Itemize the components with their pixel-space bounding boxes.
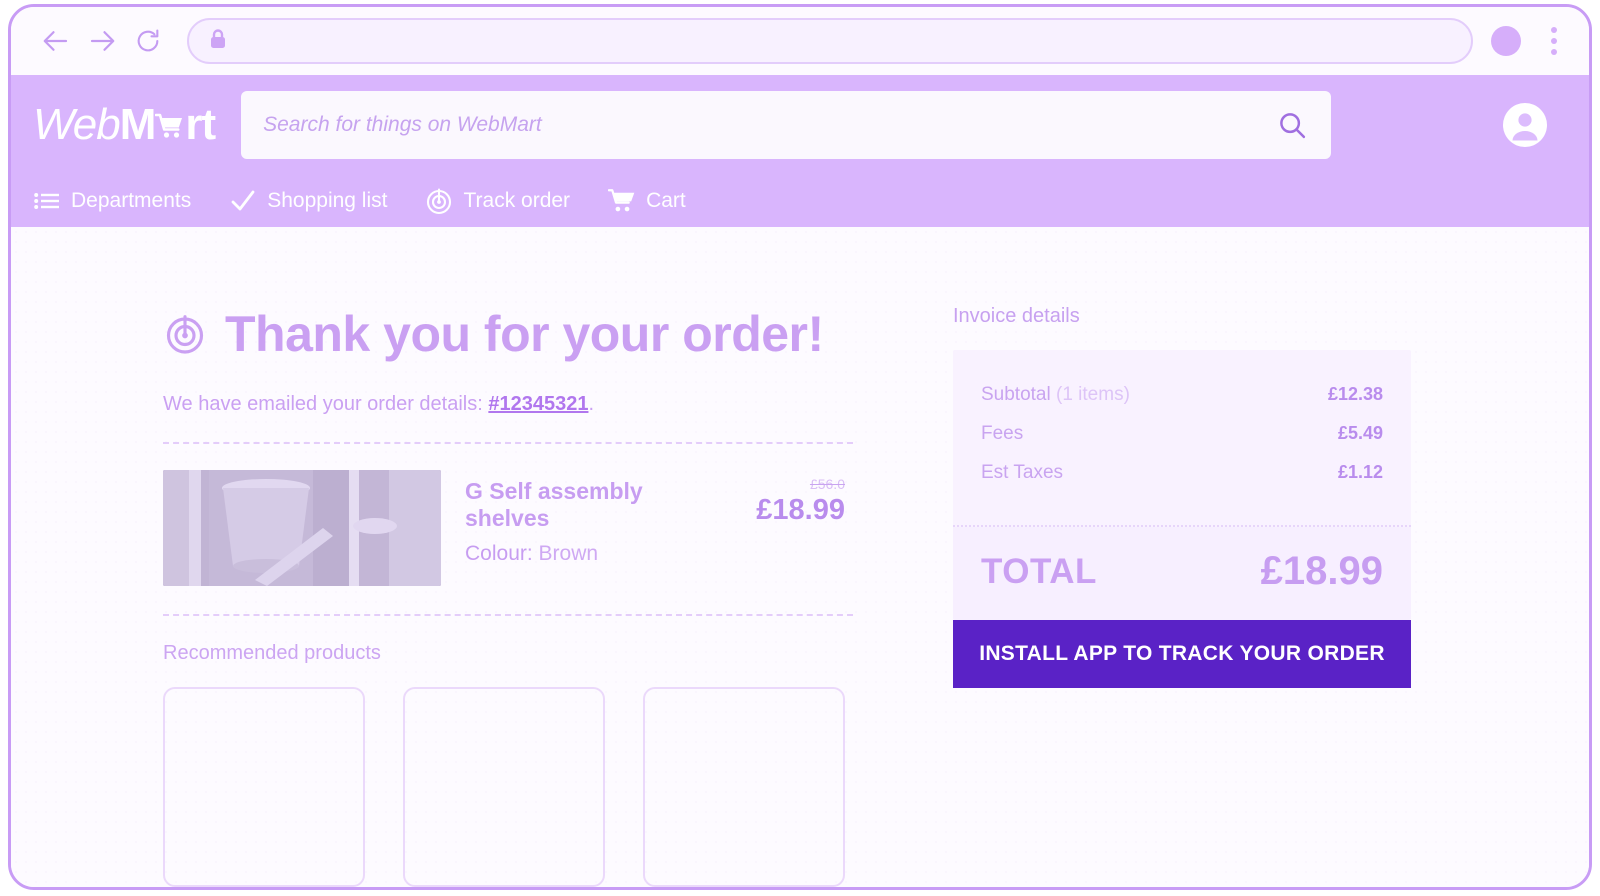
kebab-dot bbox=[1551, 38, 1557, 44]
invoice-row-value: £12.38 bbox=[1327, 384, 1383, 404]
page-body: Thank you for your order! We have emaile… bbox=[11, 227, 1589, 887]
order-number-link[interactable]: #12345321 bbox=[488, 393, 588, 415]
product-colour-label: Colour: bbox=[465, 542, 533, 565]
back-button[interactable] bbox=[33, 18, 79, 64]
header-top-bar: Web M rt bbox=[11, 75, 1589, 175]
brand-logo-rt: rt bbox=[185, 100, 216, 149]
order-summary-column: Thank you for your order! We have emaile… bbox=[163, 305, 853, 887]
cart-icon bbox=[155, 107, 185, 141]
radar-target-icon bbox=[425, 187, 453, 215]
nav-label: Cart bbox=[646, 189, 686, 212]
invoice-total-label: TOTAL bbox=[981, 551, 1097, 591]
invoice-row-est-taxes: Est Taxes £1.12 bbox=[981, 456, 1383, 495]
sidebar-item-shopping-list[interactable]: Shopping list bbox=[229, 187, 387, 215]
brand-logo[interactable]: Web M rt bbox=[33, 100, 216, 150]
order-email-prefix: We have emailed your order details: bbox=[163, 393, 489, 415]
radar-target-icon bbox=[163, 312, 207, 356]
invoice-total-value: £18.99 bbox=[1260, 549, 1383, 593]
invoice-label-text: Fees bbox=[981, 423, 1024, 444]
reload-button[interactable] bbox=[125, 18, 171, 64]
invoice-label-text: Est Taxes bbox=[981, 462, 1064, 483]
order-email-line: We have emailed your order details: #123… bbox=[163, 393, 853, 442]
invoice-row-fees: Fees £5.49 bbox=[981, 417, 1383, 456]
kebab-menu-icon[interactable] bbox=[1541, 24, 1567, 58]
shopping-cart-icon bbox=[608, 187, 636, 215]
site-header: Web M rt Search for things on WebMart De… bbox=[11, 75, 1589, 227]
invoice-line-items: Subtotal (1 items) £12.38 Fees £5.49 Est… bbox=[953, 350, 1411, 525]
product-price-original: £56.0 bbox=[809, 476, 845, 492]
reload-icon bbox=[134, 27, 162, 55]
invoice-row-value: £1.12 bbox=[1337, 462, 1383, 482]
recommended-products-grid bbox=[163, 687, 853, 887]
product-details: G Self assembly shelves Colour: Brown bbox=[465, 470, 709, 566]
install-app-button[interactable]: INSTALL APP TO TRACK YOUR ORDER bbox=[953, 620, 1411, 688]
browser-toolbar bbox=[11, 7, 1589, 75]
sidebar-item-cart[interactable]: Cart bbox=[608, 187, 686, 215]
invoice-label-text: Subtotal bbox=[981, 384, 1051, 405]
kebab-dot bbox=[1551, 49, 1557, 55]
invoice-card: Subtotal (1 items) £12.38 Fees £5.49 Est… bbox=[953, 350, 1411, 620]
url-bar[interactable] bbox=[187, 18, 1473, 64]
search-icon[interactable] bbox=[1275, 108, 1309, 142]
profile-avatar-icon[interactable] bbox=[1491, 26, 1521, 56]
nav-label: Shopping list bbox=[267, 189, 388, 212]
recommended-product-card[interactable] bbox=[403, 687, 605, 887]
invoice-row-label: Fees bbox=[981, 423, 1023, 445]
search-input[interactable] bbox=[263, 113, 1276, 137]
recommended-products-title: Recommended products bbox=[163, 642, 381, 664]
page-title-text: Thank you for your order! bbox=[225, 306, 824, 362]
invoice-row-label: Subtotal (1 items) bbox=[981, 384, 1130, 406]
main-navigation: Departments Shopping list Track order Ca… bbox=[11, 175, 1589, 227]
product-colour: Colour: Brown bbox=[465, 542, 709, 566]
invoice-total-row: TOTAL £18.99 bbox=[953, 527, 1411, 620]
forward-arrow-icon bbox=[87, 26, 117, 56]
browser-window: Web M rt Search for things on WebMart De… bbox=[8, 4, 1592, 890]
invoice-column: Invoice details Subtotal (1 items) £12.3… bbox=[953, 305, 1413, 887]
account-circle-icon[interactable] bbox=[1501, 101, 1549, 149]
product-title[interactable]: G Self assembly shelves bbox=[465, 478, 709, 532]
product-price: £56.0 £18.99 bbox=[733, 470, 853, 527]
invoice-row-label: Est Taxes bbox=[981, 462, 1063, 484]
recommended-product-card[interactable] bbox=[643, 687, 845, 887]
nav-label: Departments bbox=[71, 189, 192, 212]
invoice-details-title: Invoice details bbox=[953, 305, 1080, 327]
back-arrow-icon bbox=[41, 26, 71, 56]
invoice-row-value: £5.49 bbox=[1337, 423, 1383, 443]
recommended-product-card[interactable] bbox=[163, 687, 365, 887]
kebab-dot bbox=[1551, 27, 1557, 33]
check-icon bbox=[229, 187, 257, 215]
page-title: Thank you for your order! bbox=[163, 305, 853, 363]
lock-icon bbox=[209, 28, 227, 54]
sidebar-item-departments[interactable]: Departments bbox=[33, 187, 191, 215]
brand-logo-web: Web bbox=[33, 100, 121, 149]
list-menu-icon bbox=[33, 187, 61, 215]
product-image[interactable] bbox=[163, 470, 441, 586]
invoice-label-sub: (1 items) bbox=[1050, 384, 1130, 405]
nav-label: Track order bbox=[463, 189, 571, 212]
product-price-current: £18.99 bbox=[756, 494, 845, 526]
search-bar[interactable] bbox=[241, 91, 1332, 159]
order-email-suffix: . bbox=[588, 393, 595, 415]
forward-button[interactable] bbox=[79, 18, 125, 64]
order-product-row: G Self assembly shelves Colour: Brown £5… bbox=[163, 444, 853, 614]
content-area: Thank you for your order! We have emaile… bbox=[163, 305, 1589, 887]
invoice-row-subtotal: Subtotal (1 items) £12.38 bbox=[981, 378, 1383, 417]
sidebar-item-track-order[interactable]: Track order bbox=[425, 187, 570, 215]
product-colour-value: Brown bbox=[538, 542, 599, 565]
brand-logo-m: M bbox=[119, 100, 157, 149]
